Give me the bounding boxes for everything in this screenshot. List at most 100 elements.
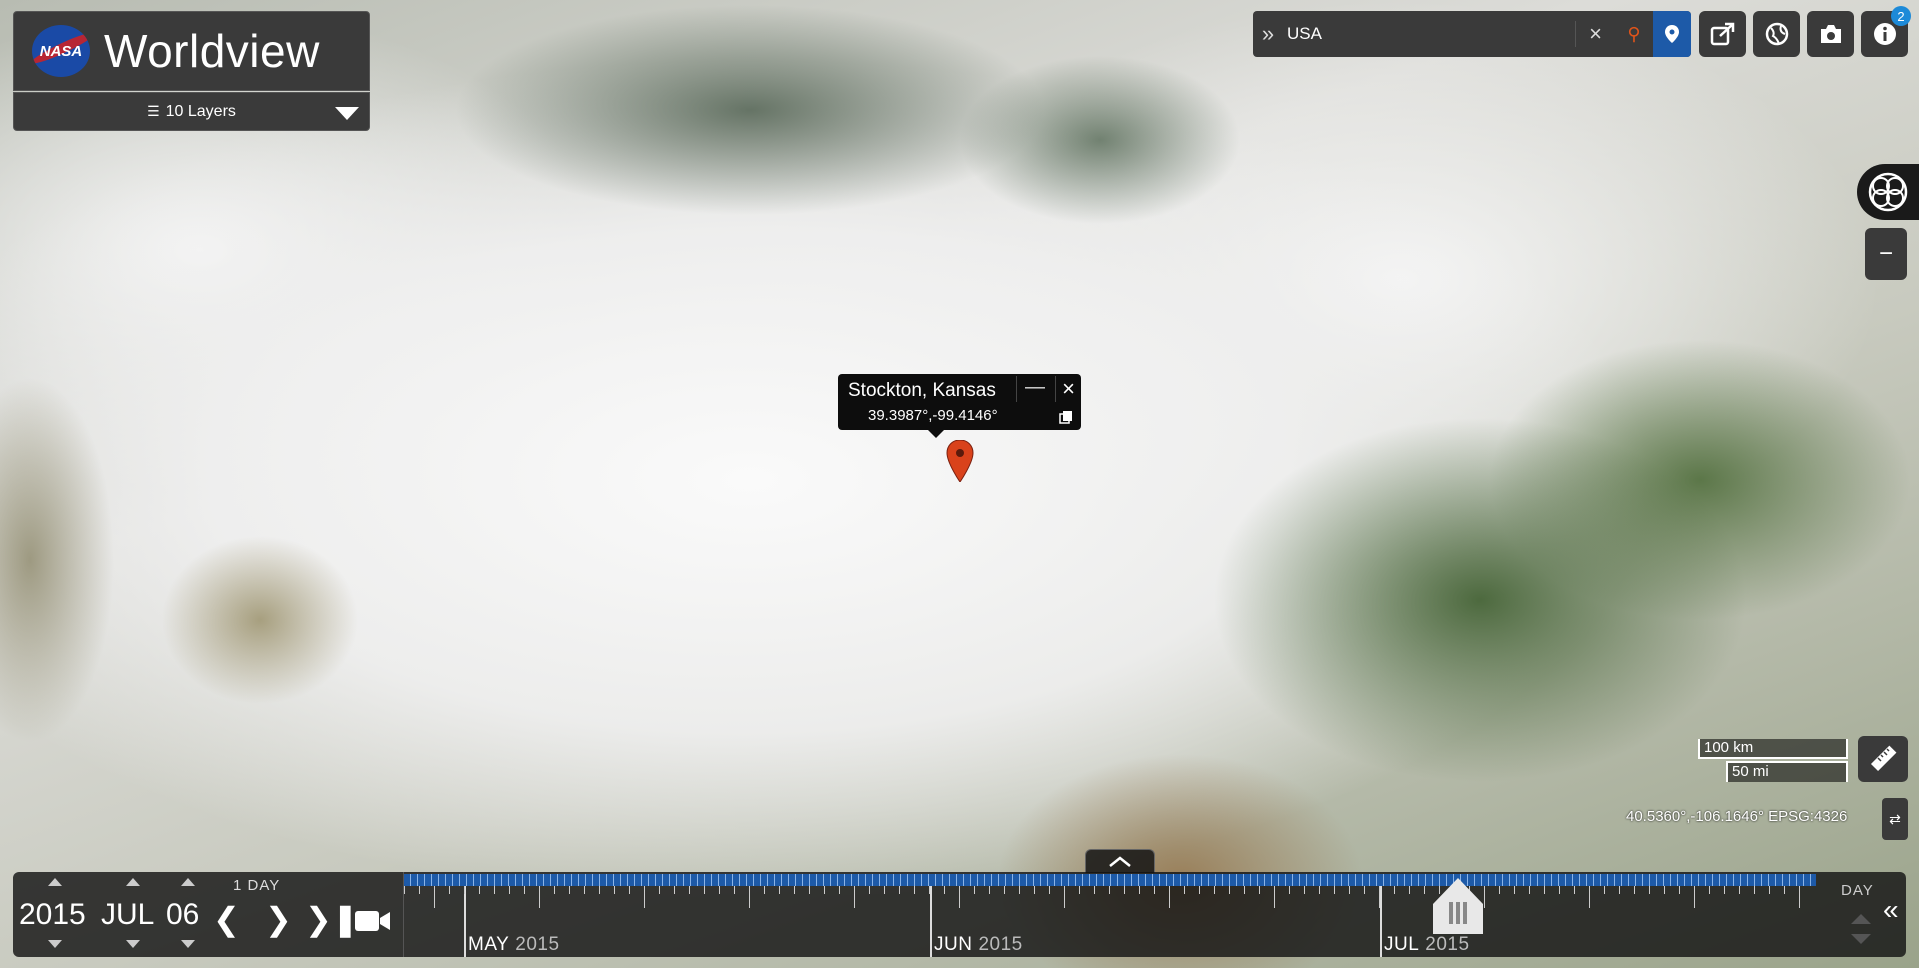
share-button[interactable] [1699, 11, 1746, 57]
map-pin-icon[interactable] [946, 440, 974, 482]
month-label-jun: JUN 2015 [934, 934, 1023, 955]
timescale-up-button[interactable] [1851, 914, 1871, 924]
close-popup-button[interactable]: × [1055, 376, 1075, 402]
timeline-tick [1124, 886, 1125, 894]
ruler-icon [1870, 745, 1897, 772]
timeline-tick [509, 886, 510, 894]
place-marker-button[interactable] [1653, 11, 1691, 57]
timeline-tick [1364, 886, 1365, 894]
timeline-tick [749, 886, 750, 908]
timeline-tick [1244, 886, 1245, 894]
chevron-down-icon [335, 107, 359, 120]
timeline-tick [1619, 886, 1620, 894]
timeline-tick [1259, 886, 1260, 894]
timeline-tick [1019, 886, 1020, 894]
timeline-tick [1139, 886, 1140, 894]
timeline-tick [1769, 886, 1770, 894]
timeline-tick [1334, 886, 1335, 894]
pin-icon [1665, 25, 1679, 43]
timeline-tick [1529, 886, 1530, 894]
projection-button[interactable] [1753, 11, 1800, 57]
timeline-tick [599, 886, 600, 894]
timeline-tick [1199, 886, 1200, 894]
timeline-tick [1079, 886, 1080, 894]
collapse-timeline-button[interactable]: « [1883, 894, 1899, 926]
collapse-search-icon[interactable]: » [1253, 21, 1283, 47]
timeline-tick [1289, 886, 1290, 894]
minimize-popup-button[interactable]: — [1016, 376, 1045, 402]
timeline-tick [1634, 886, 1635, 894]
timeline-tick [839, 886, 840, 894]
measure-button[interactable] [1858, 736, 1908, 782]
timeline-tick [689, 886, 690, 894]
timeline-tick [959, 886, 960, 908]
year-down-button[interactable] [48, 940, 62, 948]
coordinate-format-toggle[interactable]: ⇄ [1882, 798, 1908, 840]
month-label-jul: JUL 2015 [1384, 934, 1470, 955]
timeline-tick [704, 886, 705, 894]
copy-icon[interactable] [1059, 410, 1073, 424]
timeline-tick [614, 886, 615, 894]
timeline-tick [1799, 886, 1800, 908]
timeline-tick [1424, 886, 1425, 894]
year-input[interactable]: 2015 [19, 898, 86, 932]
day-input[interactable]: 06 [166, 898, 199, 932]
3d-globe-button[interactable] [1857, 164, 1919, 220]
camera-icon [1820, 25, 1841, 43]
month-down-button[interactable] [126, 940, 140, 948]
timeline-tick [1034, 886, 1035, 894]
day-up-button[interactable] [181, 878, 195, 886]
layers-toggle-button[interactable]: ☰ 10 Layers [13, 92, 370, 131]
timeline-tick [584, 886, 585, 894]
month-input[interactable]: JUL [101, 898, 154, 932]
search-input[interactable]: USA [1283, 24, 1575, 44]
timeline-tick [1559, 886, 1560, 894]
cursor-coordinates: 40.5360°,-106.1646° EPSG:4326 [1626, 808, 1848, 825]
timeline-tick [1349, 886, 1350, 894]
timeline-tick [1724, 886, 1725, 894]
data-availability-band [404, 874, 1816, 886]
timeline-expand-button[interactable] [1085, 849, 1155, 873]
timeline-tick [1604, 886, 1605, 894]
timeline-tick [1379, 886, 1380, 908]
next-day-button[interactable]: ❯ [265, 900, 292, 938]
timeline-tick [464, 886, 465, 894]
timeline-tick [1094, 886, 1095, 894]
animation-button[interactable] [355, 904, 391, 941]
timescale-label[interactable]: DAY [1841, 882, 1874, 899]
year-up-button[interactable] [48, 878, 62, 886]
info-button[interactable]: 2 [1861, 6, 1911, 57]
timeline-tick [854, 886, 855, 908]
location-popup: Stockton, Kansas 39.3987°,-99.4146° — × [838, 374, 1081, 438]
timeline-axis[interactable]: MAY 2015 JUN 2015 JUL 2015 [403, 872, 1816, 957]
day-down-button[interactable] [181, 940, 195, 948]
timeline-tick [1064, 886, 1065, 908]
search-marker-icon[interactable]: ⚲ [1615, 11, 1653, 57]
timeline-tick [1589, 886, 1590, 908]
timeline-tick [644, 886, 645, 908]
info-icon [1873, 23, 1896, 45]
timeline-tick [554, 886, 555, 894]
month-up-button[interactable] [126, 878, 140, 886]
nasa-logo: NASA [32, 25, 90, 77]
timescale-down-button[interactable] [1851, 934, 1871, 944]
zoom-out-button[interactable]: − [1865, 228, 1907, 280]
month-label-may: MAY 2015 [468, 934, 560, 955]
interval-selector[interactable]: 1 DAY [233, 877, 280, 894]
timeline-tick [449, 886, 450, 894]
snapshot-button[interactable] [1807, 11, 1854, 57]
timeline-tick [1409, 886, 1410, 894]
timeline: 2015 JUL 06 1 DAY ❮ ❯ ❯❚ MAY 2015 JUN 2015… [13, 872, 1906, 957]
scale-bar-mi: 50 mi [1726, 761, 1848, 782]
popup-coordinates: 39.3987°,-99.4146° [868, 407, 998, 424]
worldview-header: NASA Worldview [13, 11, 370, 91]
skip-to-latest-button[interactable]: ❯❚ [305, 900, 359, 938]
timeline-tick [1754, 886, 1755, 894]
timeline-tick [1649, 886, 1650, 894]
timeline-date-handle[interactable] [1431, 878, 1485, 934]
previous-day-button[interactable]: ❮ [213, 900, 240, 938]
clear-search-button[interactable]: × [1575, 21, 1615, 47]
timeline-tick [869, 886, 870, 894]
timeline-tick [659, 886, 660, 894]
timeline-tick [494, 886, 495, 894]
